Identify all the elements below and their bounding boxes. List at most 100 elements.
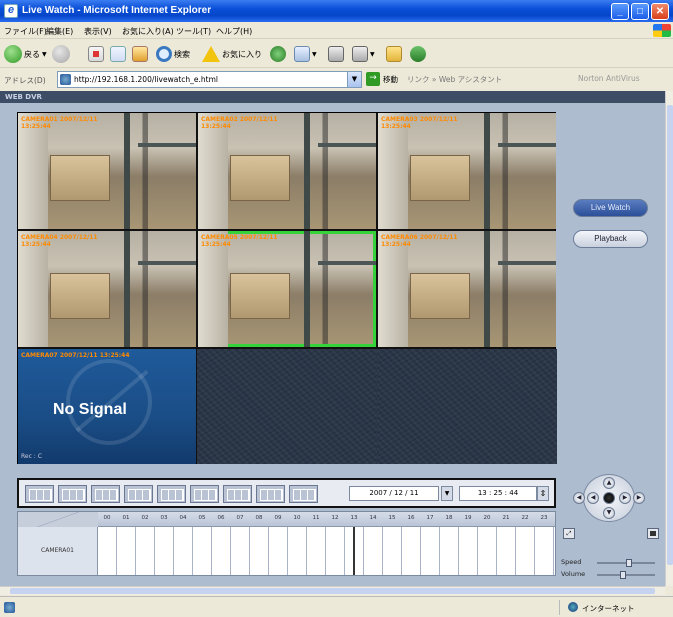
- search-label: 検索: [174, 49, 190, 59]
- camera-view-7[interactable]: CAMERA07 2007/12/11 13:25:44 No Signal R…: [18, 349, 196, 464]
- minimize-button[interactable]: _: [611, 3, 629, 20]
- camera-osd: CAMERA01 2007/12/11: [21, 116, 98, 123]
- calendar-dropdown[interactable]: ▼: [441, 486, 453, 501]
- timeline-cell[interactable]: [231, 527, 250, 575]
- vertical-scrollbar[interactable]: [665, 91, 673, 586]
- address-dropdown[interactable]: ▼: [347, 72, 361, 87]
- menu-favorites[interactable]: お気に入り(A): [122, 26, 174, 37]
- ptz-up-button[interactable]: ▲: [603, 477, 615, 489]
- timeline-cell[interactable]: [516, 527, 535, 575]
- back-button[interactable]: 戻る ▼: [4, 44, 47, 64]
- timeline-cell[interactable]: [307, 527, 326, 575]
- history-button[interactable]: [270, 44, 286, 64]
- volume-knob[interactable]: [620, 571, 627, 579]
- page-header: WEB DVR: [0, 91, 665, 103]
- menu-edit[interactable]: 編集(E): [46, 26, 73, 37]
- go-button[interactable]: → 移動: [366, 72, 398, 86]
- timeline-cell[interactable]: [136, 527, 155, 575]
- layout-button-6[interactable]: [91, 485, 120, 503]
- date-field[interactable]: 2007 / 12 / 11: [349, 486, 439, 501]
- snapshot-button[interactable]: [647, 528, 659, 539]
- layout-button-9[interactable]: [157, 485, 186, 503]
- live-watch-button[interactable]: Live Watch: [573, 199, 648, 217]
- fast-forward-button[interactable]: ▶: [633, 492, 645, 504]
- timeline-cell[interactable]: [288, 527, 307, 575]
- layout-button-13[interactable]: [223, 485, 252, 503]
- playback-button[interactable]: Playback: [573, 230, 648, 248]
- menu-file[interactable]: ファイル(F): [4, 26, 47, 37]
- ptz-left-button[interactable]: ◀: [587, 492, 599, 504]
- camera-view-9[interactable]: [377, 349, 557, 464]
- folder-button[interactable]: [386, 44, 402, 64]
- ptz-down-button[interactable]: ▼: [603, 507, 615, 519]
- timeline-cell[interactable]: [117, 527, 136, 575]
- menu-view[interactable]: 表示(V): [84, 26, 112, 37]
- timeline-cell[interactable]: [421, 527, 440, 575]
- refresh-icon: [110, 46, 126, 62]
- timeline-cell[interactable]: [155, 527, 174, 575]
- timeline-cell[interactable]: [193, 527, 212, 575]
- stop-button[interactable]: [88, 44, 104, 64]
- camera-view-2[interactable]: CAMERA02 2007/12/11 13:25:44: [198, 113, 376, 229]
- address-url[interactable]: http://192.168.1.200/livewatch_e.html: [74, 75, 218, 84]
- timeline-cell[interactable]: [174, 527, 193, 575]
- rewind-button[interactable]: ◀: [573, 492, 585, 504]
- home-button[interactable]: [132, 44, 148, 64]
- edit-button[interactable]: ▼: [352, 44, 375, 64]
- timeline-cell[interactable]: [212, 527, 231, 575]
- horizontal-scrollbar[interactable]: [0, 586, 665, 595]
- camera-grid: CAMERA01 2007/12/11 13:25:44 CAMERA02 200…: [17, 112, 557, 464]
- stop-center-button[interactable]: [603, 492, 615, 504]
- address-field[interactable]: http://192.168.1.200/livewatch_e.html ▼: [57, 71, 362, 88]
- menu-help[interactable]: ヘルプ(H): [216, 26, 252, 37]
- timeline-cell[interactable]: [478, 527, 497, 575]
- layout-button-1[interactable]: [25, 485, 54, 503]
- layout-button-16[interactable]: [256, 485, 285, 503]
- print-button[interactable]: [328, 44, 344, 64]
- camera-view-3[interactable]: CAMERA03 2007/12/11 13:25:44: [378, 113, 556, 229]
- timeline-cell[interactable]: [497, 527, 516, 575]
- camera-osd: CAMERA04 2007/12/11: [21, 234, 98, 241]
- timeline-cell[interactable]: [383, 527, 402, 575]
- norton-toolbar[interactable]: Norton AntiVirus: [578, 74, 640, 83]
- layout-button-8[interactable]: [124, 485, 153, 503]
- timeline-cell[interactable]: [98, 527, 117, 575]
- ptz-right-button[interactable]: ▶: [619, 492, 631, 504]
- timeline-cell[interactable]: [326, 527, 345, 575]
- timeline-cell[interactable]: [440, 527, 459, 575]
- page-icon: [60, 74, 71, 85]
- camera-view-8[interactable]: [197, 349, 377, 464]
- timeline-cell[interactable]: [250, 527, 269, 575]
- print-icon: [328, 46, 344, 62]
- refresh-button[interactable]: [110, 44, 126, 64]
- speed-knob[interactable]: [625, 559, 632, 567]
- maximize-button[interactable]: □: [631, 3, 649, 20]
- menu-tools[interactable]: ツール(T): [176, 26, 211, 37]
- timeline[interactable]: 00 01 02 03 04 05 06 07 08 09 10 11 12 13 14 15 16 17 18 19…: [17, 511, 556, 576]
- search-button[interactable]: 検索: [156, 44, 190, 64]
- camera-view-5[interactable]: CAMERA05 2007/12/11 13:25:44: [198, 231, 376, 347]
- time-spinner[interactable]: ⇕: [537, 486, 549, 501]
- timeline-cursor[interactable]: [353, 527, 355, 575]
- layout-button-4[interactable]: [58, 485, 87, 503]
- favorites-button[interactable]: お気に入り: [202, 44, 262, 64]
- layout-button-10[interactable]: [190, 485, 219, 503]
- forward-button[interactable]: [52, 44, 70, 64]
- layout-button-sequence[interactable]: [289, 485, 318, 503]
- messenger-button[interactable]: [410, 44, 426, 64]
- timeline-cell[interactable]: [402, 527, 421, 575]
- control-strip: 2007 / 12 / 11 ▼ 13 : 25 : 44 ⇕: [17, 478, 556, 508]
- fullscreen-button[interactable]: ⤢: [563, 528, 575, 539]
- star-icon: [202, 46, 220, 62]
- close-button[interactable]: ✕: [651, 3, 669, 20]
- timeline-cell[interactable]: [364, 527, 383, 575]
- camera-view-4[interactable]: CAMERA04 2007/12/11 13:25:44: [18, 231, 196, 347]
- camera-view-1[interactable]: CAMERA01 2007/12/11 13:25:44: [18, 113, 196, 229]
- links-toolbar[interactable]: リンク » Web アシスタント: [407, 74, 502, 85]
- mail-button[interactable]: ▼: [294, 44, 317, 64]
- timeline-cell[interactable]: [269, 527, 288, 575]
- timeline-cell[interactable]: [459, 527, 478, 575]
- time-field[interactable]: 13 : 25 : 44: [459, 486, 537, 501]
- camera-view-6[interactable]: CAMERA06 2007/12/11 13:25:44: [378, 231, 556, 347]
- timeline-cell[interactable]: [535, 527, 554, 575]
